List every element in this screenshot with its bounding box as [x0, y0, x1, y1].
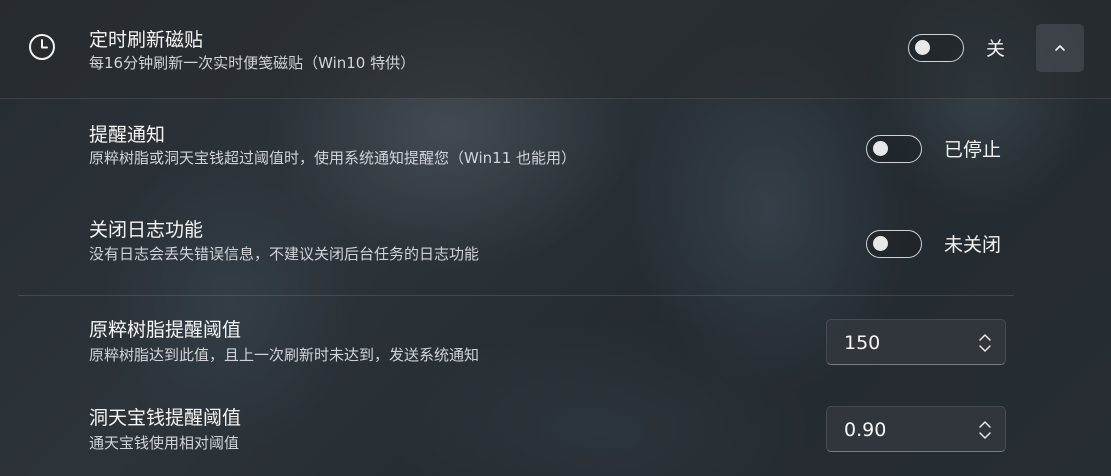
toggle-knob — [873, 141, 888, 156]
toggle-knob — [873, 236, 888, 251]
resin-threshold-value: 150 — [844, 332, 881, 354]
tile-refresh-toggle-label: 关 — [986, 38, 1006, 60]
disable-log-toggle[interactable] — [866, 230, 922, 258]
home-coin-threshold-description: 通天宝钱使用相对阈值 — [89, 434, 240, 452]
home-coin-threshold-value: 0.90 — [844, 419, 887, 441]
notification-description: 原粹树脂或洞天宝钱超过阈值时，使用系统通知提醒您（Win11 也能用） — [89, 149, 577, 167]
home-coin-threshold-title: 洞天宝钱提醒阈值 — [89, 407, 242, 429]
spin-arrows-icon[interactable] — [977, 419, 993, 441]
spin-arrows-icon[interactable] — [977, 332, 993, 354]
section-divider — [18, 295, 1014, 296]
disable-log-description: 没有日志会丢失错误信息，不建议关闭后台任务的日志功能 — [89, 245, 480, 263]
resin-threshold-input[interactable]: 150 — [826, 319, 1006, 365]
tile-refresh-description: 每16分钟刷新一次实时便笺磁贴（Win10 特供） — [89, 54, 416, 72]
notification-toggle-label: 已停止 — [944, 139, 1002, 161]
notification-title: 提醒通知 — [89, 124, 166, 146]
resin-threshold-title: 原粹树脂提醒阈值 — [89, 319, 242, 341]
tile-refresh-toggle[interactable] — [908, 34, 964, 62]
disable-log-toggle-label: 未关闭 — [944, 234, 1002, 256]
disable-log-title: 关闭日志功能 — [89, 219, 204, 241]
resin-threshold-description: 原粹树脂达到此值，且上一次刷新时未达到，发送系统通知 — [89, 346, 480, 364]
notification-toggle[interactable] — [866, 135, 922, 163]
tile-refresh-header[interactable]: 定时刷新磁贴 每16分钟刷新一次实时便笺磁贴（Win10 特供） 关 — [0, 0, 1111, 99]
settings-panel: 定时刷新磁贴 每16分钟刷新一次实时便笺磁贴（Win10 特供） 关 提醒通知 … — [0, 0, 1111, 476]
collapse-button[interactable] — [1036, 24, 1084, 72]
home-coin-threshold-input[interactable]: 0.90 — [826, 406, 1006, 452]
toggle-knob — [915, 40, 930, 55]
tile-refresh-title: 定时刷新磁贴 — [89, 29, 204, 51]
clock-icon — [29, 34, 55, 60]
chevron-up-icon — [1055, 45, 1065, 51]
